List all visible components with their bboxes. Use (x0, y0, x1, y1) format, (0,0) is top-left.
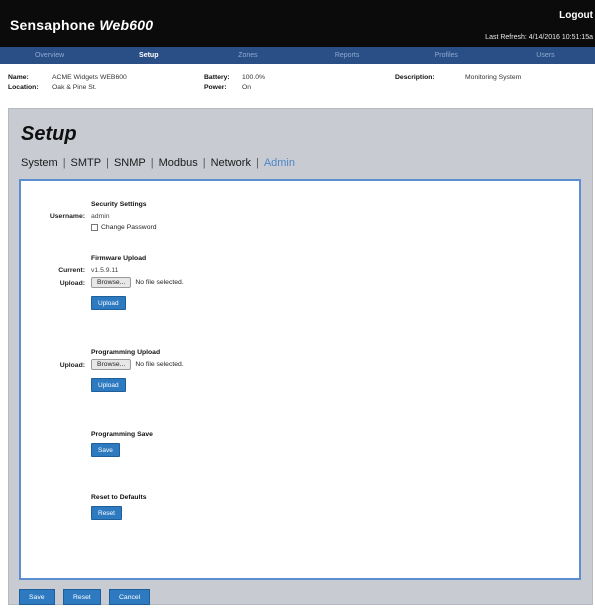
programming-save-title: Programming Save (91, 431, 153, 438)
subnav-separator: | (150, 157, 154, 169)
firmware-current-label: Current: (58, 267, 85, 274)
last-refresh-value: 4/14/2016 10:51:15a (528, 34, 593, 41)
programming-no-file-text: No file selected. (135, 361, 184, 368)
description-value: Monitoring System (465, 74, 522, 81)
programming-file-input: Browse... No file selected. (91, 359, 184, 370)
firmware-upload-title: Firmware Upload (91, 255, 147, 262)
setup-panel: Setup System | SMTP | SNMP | Modbus | Network | Ad… (8, 108, 593, 605)
brand-name: Sensaphone (10, 17, 96, 33)
logout-link[interactable]: Logout (559, 10, 593, 21)
save-button[interactable]: Save (19, 589, 55, 605)
brand-model: Web600 (99, 17, 154, 33)
firmware-browse-button[interactable]: Browse... (91, 277, 132, 288)
description-label: Description: (395, 74, 435, 81)
username-label: Username: (49, 213, 85, 220)
top-bar: Sensaphone Web600 Logout Last Refresh: 4… (0, 0, 595, 47)
change-password-label: Change Password (101, 224, 157, 231)
battery-label: Battery: (204, 74, 230, 81)
subnav-smtp[interactable]: SMTP (71, 157, 102, 169)
subnav-separator: | (106, 157, 109, 169)
name-value: ACME Widgets WEB600 (52, 74, 127, 81)
subnav-admin[interactable]: Admin (264, 157, 295, 169)
programming-browse-button[interactable]: Browse... (91, 359, 132, 370)
cancel-button[interactable]: Cancel (109, 589, 151, 605)
reset-defaults-title: Reset to Defaults (91, 494, 147, 501)
subnav-separator: | (202, 157, 206, 169)
setup-subnav: System | SMTP | SNMP | Modbus | Network | Admin (21, 157, 295, 169)
programming-save-button[interactable]: Save (91, 443, 120, 457)
subnav-snmp[interactable]: SNMP (114, 157, 146, 169)
subnav-network[interactable]: Network (211, 157, 251, 169)
last-refresh-label: Last Refresh: (485, 34, 527, 41)
security-settings-title: Security Settings (91, 201, 147, 208)
reset-button[interactable]: Reset (63, 589, 101, 605)
brand: Sensaphone Web600 (10, 17, 153, 33)
programming-upload-label: Upload: (59, 362, 85, 369)
change-password-row: Change Password (91, 224, 157, 231)
power-value: On (242, 84, 252, 91)
admin-content: Security Settings Username: admin Change… (19, 179, 581, 580)
main-nav: Overview Setup Zones Reports Profiles Us… (0, 47, 595, 64)
location-value: Oak & Pine St. (52, 84, 97, 91)
power-label: Power: (204, 84, 227, 91)
battery-value: 100.0% (242, 74, 266, 81)
page-title: Setup (21, 123, 77, 145)
location-label: Location: (8, 84, 39, 91)
last-refresh: Last Refresh: 4/14/2016 10:51:15a (485, 34, 593, 41)
firmware-upload-label: Upload: (59, 280, 85, 287)
nav-item-reports[interactable]: Reports (298, 47, 397, 64)
nav-item-profiles[interactable]: Profiles (397, 47, 496, 64)
reset-defaults-button[interactable]: Reset (91, 506, 122, 520)
device-info: Name: ACME Widgets WEB600 Location: Oak … (0, 64, 595, 105)
username-value: admin (91, 213, 110, 220)
nav-item-setup[interactable]: Setup (99, 47, 198, 64)
firmware-upload-button[interactable]: Upload (91, 296, 126, 310)
firmware-no-file-text: No file selected. (135, 279, 184, 286)
subnav-modbus[interactable]: Modbus (159, 157, 198, 169)
subnav-system[interactable]: System (21, 157, 58, 169)
nav-item-users[interactable]: Users (496, 47, 595, 64)
programming-upload-title: Programming Upload (91, 349, 161, 356)
firmware-current-value: v1.5.9.11 (91, 267, 119, 274)
change-password-checkbox[interactable] (91, 224, 98, 231)
nav-item-overview[interactable]: Overview (0, 47, 99, 64)
name-label: Name: (8, 74, 29, 81)
subnav-separator: | (255, 157, 259, 169)
subnav-separator: | (62, 157, 66, 169)
nav-item-zones[interactable]: Zones (198, 47, 297, 64)
firmware-file-input: Browse... No file selected. (91, 277, 184, 288)
programming-upload-button[interactable]: Upload (91, 378, 126, 392)
